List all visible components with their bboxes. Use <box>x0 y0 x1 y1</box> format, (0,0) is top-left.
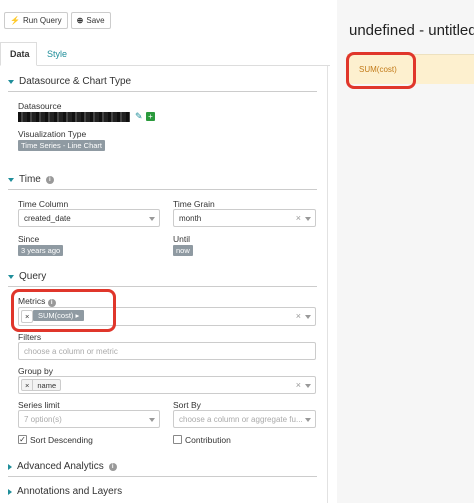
section-annotations-header[interactable]: Annotations and Layers <box>8 486 122 497</box>
tab-style[interactable]: Style <box>38 42 76 66</box>
clear-icon[interactable]: × <box>296 311 301 321</box>
caret-right-icon <box>8 488 12 495</box>
caret-down-icon <box>8 274 14 279</box>
bolt-icon: ⚡ <box>10 16 20 25</box>
sort-descending-checkbox[interactable]: ✓ <box>18 435 27 444</box>
section-datasource-header[interactable]: Datasource & Chart Type <box>8 76 131 87</box>
clear-icon[interactable]: × <box>296 213 301 223</box>
since-tag[interactable]: 3 years ago <box>18 245 64 256</box>
section-query-header[interactable]: Query <box>8 271 46 282</box>
sort-by-select[interactable]: choose a column or aggregate fu... <box>173 410 316 428</box>
remove-icon[interactable]: × <box>22 380 34 390</box>
tab-data[interactable]: Data <box>0 42 37 66</box>
time-grain-label: Time Grain <box>173 199 215 209</box>
series-limit-label: Series limit <box>18 400 60 410</box>
run-query-button[interactable]: ⚡ Run Query <box>4 12 68 29</box>
until-label: Until <box>173 234 191 244</box>
section-advanced-header[interactable]: Advanced Analytics i <box>8 461 117 472</box>
add-icon[interactable]: + <box>146 112 155 121</box>
sort-descending-label: Sort Descending <box>30 435 93 445</box>
chart-metric-highlight <box>346 52 416 89</box>
filters-label: Filters <box>18 332 42 342</box>
plus-circle-icon: ⊕ <box>76 16 84 25</box>
groupby-pill[interactable]: × name <box>21 379 62 391</box>
contribution-label: Contribution <box>185 435 231 445</box>
chevron-down-icon <box>305 315 311 319</box>
filters-select[interactable]: choose a column or metric <box>18 342 316 360</box>
since-label: Since <box>18 234 40 244</box>
toolbar: ⚡ Run Query ⊕ Save <box>4 12 111 29</box>
until-tag[interactable]: now <box>173 245 193 256</box>
metrics-highlight <box>11 289 116 332</box>
control-panel: ⚡ Run Query ⊕ Save Data Style Datasource… <box>0 0 330 503</box>
time-column-select[interactable]: created_date <box>18 209 160 227</box>
groupby-label: Group by <box>18 366 53 376</box>
divider <box>8 91 317 92</box>
edit-icon[interactable]: ✎ <box>135 112 144 121</box>
section-time-header[interactable]: Time i <box>8 174 54 185</box>
sort-by-label: Sort By <box>173 400 201 410</box>
viz-type-label: Visualization Type <box>18 129 87 139</box>
chevron-down-icon <box>305 418 311 422</box>
time-column-label: Time Column <box>18 199 69 209</box>
groupby-select[interactable]: × <box>18 376 316 394</box>
chevron-down-icon <box>149 418 155 422</box>
caret-down-icon <box>8 177 14 182</box>
tab-bar: Data Style <box>0 42 330 66</box>
series-limit-select[interactable]: 7 option(s) <box>18 410 160 428</box>
divider <box>8 476 317 477</box>
time-grain-select[interactable]: month × <box>173 209 316 227</box>
info-icon: i <box>45 175 54 184</box>
chevron-down-icon <box>149 217 155 221</box>
panel-divider <box>327 66 328 503</box>
contribution-checkbox[interactable] <box>173 435 182 444</box>
save-button[interactable]: ⊕ Save <box>70 12 111 29</box>
clear-icon[interactable]: × <box>296 380 301 390</box>
chart-title: undefined - untitled <box>349 22 474 39</box>
chevron-down-icon <box>305 384 311 388</box>
datasource-name-redacted[interactable] <box>18 112 130 122</box>
divider <box>8 189 317 190</box>
divider <box>8 286 317 287</box>
datasource-label: Datasource <box>18 101 62 111</box>
chevron-down-icon <box>305 217 311 221</box>
info-icon: i <box>108 462 117 471</box>
caret-down-icon <box>8 79 14 84</box>
viz-type-tag[interactable]: Time Series - Line Chart <box>18 140 105 151</box>
caret-right-icon <box>8 463 12 470</box>
